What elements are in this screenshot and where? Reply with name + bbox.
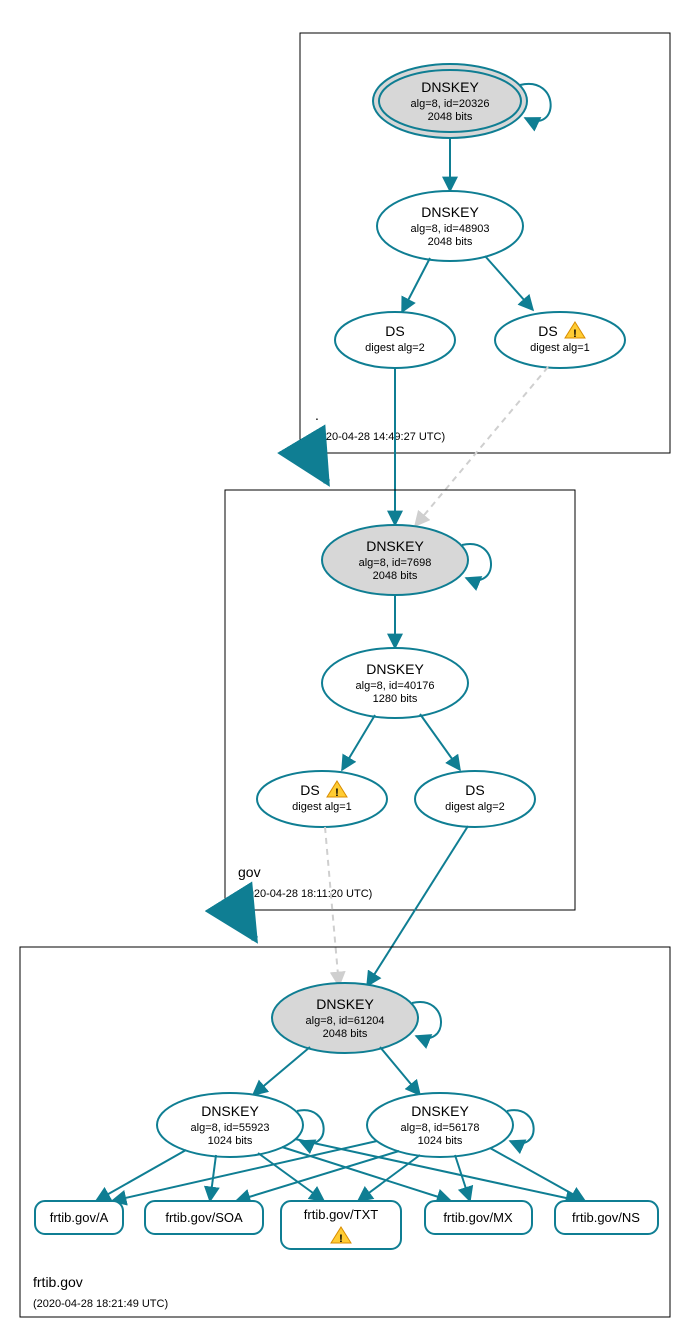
e-z1-a [96, 1150, 186, 1201]
e-z2-txt [358, 1155, 420, 1201]
svg-text:1280 bits: 1280 bits [373, 693, 418, 705]
svg-text:alg=8, id=40176: alg=8, id=40176 [356, 680, 435, 692]
node-frtib-ksk[interactable]: DNSKEY alg=8, id=61204 2048 bits [272, 983, 418, 1053]
node-gov-ds2[interactable]: DS digest alg=2 [415, 771, 535, 827]
svg-text:DNSKEY: DNSKEY [366, 538, 424, 554]
zone-gov-label: gov [238, 864, 261, 880]
edge-root-zsk-ds2 [402, 258, 430, 312]
svg-text:DNSKEY: DNSKEY [366, 661, 424, 677]
svg-text:alg=8, id=20326: alg=8, id=20326 [411, 98, 490, 110]
node-root-ds2[interactable]: DS digest alg=2 [335, 312, 455, 368]
node-frtib-zsk1[interactable]: DNSKEY alg=8, id=55923 1024 bits [157, 1093, 303, 1157]
svg-text:!: ! [573, 328, 577, 340]
svg-text:digest alg=2: digest alg=2 [445, 801, 505, 813]
node-gov-ksk[interactable]: DNSKEY alg=8, id=7698 2048 bits [322, 525, 468, 595]
node-frtib-zsk2[interactable]: DNSKEY alg=8, id=56178 1024 bits [367, 1093, 513, 1157]
node-gov-ds1[interactable]: DS ! digest alg=1 [257, 771, 387, 827]
edge-rootds1-govksk [415, 367, 548, 526]
rr-a[interactable]: frtib.gov/A [35, 1201, 123, 1234]
e-z2-ns [490, 1148, 585, 1201]
svg-text:digest alg=2: digest alg=2 [365, 342, 425, 354]
svg-text:frtib.gov/NS: frtib.gov/NS [572, 1210, 640, 1225]
svg-text:DS: DS [385, 323, 404, 339]
rr-mx[interactable]: frtib.gov/MX [425, 1201, 532, 1234]
node-gov-zsk[interactable]: DNSKEY alg=8, id=40176 1280 bits [322, 648, 468, 718]
zone-root-label: . [315, 407, 319, 423]
edge-frtib-ksk-zsk1 [253, 1047, 310, 1095]
svg-text:DS: DS [465, 782, 484, 798]
svg-text:2048 bits: 2048 bits [323, 1028, 368, 1040]
e-z2-mx [455, 1155, 470, 1201]
svg-text:!: ! [335, 787, 339, 799]
svg-text:frtib.gov/TXT: frtib.gov/TXT [304, 1207, 378, 1222]
node-root-zsk[interactable]: DNSKEY alg=8, id=48903 2048 bits [377, 191, 523, 261]
svg-text:DNSKEY: DNSKEY [411, 1103, 469, 1119]
svg-text:alg=8, id=55923: alg=8, id=55923 [191, 1122, 270, 1134]
node-root-ksk[interactable]: DNSKEY alg=8, id=20326 2048 bits [373, 64, 527, 138]
rr-soa[interactable]: frtib.gov/SOA [145, 1201, 263, 1234]
edge-gov-zsk-ds2 [420, 714, 460, 770]
svg-text:DNSKEY: DNSKEY [421, 204, 479, 220]
svg-text:DS: DS [300, 782, 319, 798]
node-root-ds1[interactable]: DS ! digest alg=1 [495, 312, 625, 368]
svg-text:DNSKEY: DNSKEY [201, 1103, 259, 1119]
svg-text:1024 bits: 1024 bits [418, 1135, 463, 1147]
zone-gov-time: (2020-04-28 18:11:20 UTC) [238, 888, 372, 900]
edge-root-zsk-ds1 [485, 256, 533, 310]
svg-text:2048 bits: 2048 bits [373, 570, 418, 582]
edge-govds2-frtibksk [367, 826, 468, 986]
rr-txt[interactable]: frtib.gov/TXT ! [281, 1201, 401, 1249]
svg-text:DS: DS [538, 323, 557, 339]
svg-text:DNSKEY: DNSKEY [316, 996, 374, 1012]
zone-frtib-time: (2020-04-28 18:21:49 UTC) [33, 1298, 168, 1310]
svg-text:frtib.gov/A: frtib.gov/A [50, 1210, 109, 1225]
svg-text:digest alg=1: digest alg=1 [530, 342, 590, 354]
edge-gov-zsk-ds1 [342, 715, 375, 770]
svg-text:alg=8, id=61204: alg=8, id=61204 [306, 1015, 385, 1027]
edge-frtib-ksk-zsk2 [380, 1047, 420, 1095]
svg-text:!: ! [339, 1233, 343, 1245]
svg-text:frtib.gov/MX: frtib.gov/MX [443, 1210, 513, 1225]
svg-text:1024 bits: 1024 bits [208, 1135, 253, 1147]
zone-frtib-label: frtib.gov [33, 1274, 83, 1290]
edge-zone-root-gov [305, 445, 327, 482]
edge-zone-gov-frtib [232, 902, 255, 939]
svg-text:2048 bits: 2048 bits [428, 111, 473, 123]
zone-root-time: (2020-04-28 14:49:27 UTC) [310, 431, 445, 443]
svg-text:alg=8, id=56178: alg=8, id=56178 [401, 1122, 480, 1134]
svg-text:digest alg=1: digest alg=1 [292, 801, 352, 813]
svg-text:alg=8, id=48903: alg=8, id=48903 [411, 223, 490, 235]
rr-ns[interactable]: frtib.gov/NS [555, 1201, 658, 1234]
svg-text:frtib.gov/SOA: frtib.gov/SOA [165, 1210, 243, 1225]
edge-govds1-frtibksk [325, 827, 339, 986]
svg-text:DNSKEY: DNSKEY [421, 79, 479, 95]
svg-text:2048 bits: 2048 bits [428, 236, 473, 248]
svg-text:alg=8, id=7698: alg=8, id=7698 [359, 557, 432, 569]
